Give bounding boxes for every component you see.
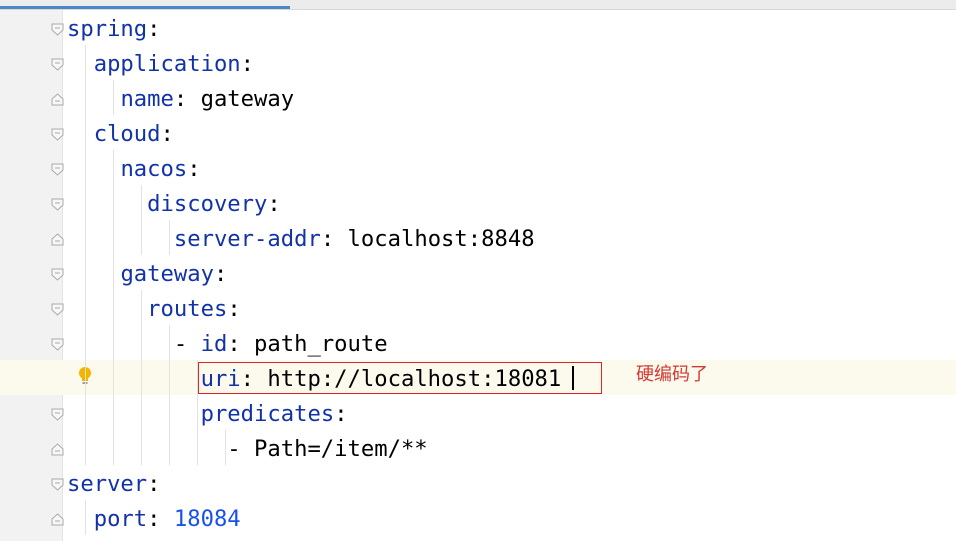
code-line: cloud: [93, 121, 174, 147]
code-editor[interactable]: spring: application: name: gateway cloud… [63, 10, 956, 541]
yaml-key: routes [147, 296, 228, 322]
code-line: predicates: [200, 401, 348, 427]
yaml-key: port [93, 506, 148, 532]
code-line: server-addr: localhost:8848 [173, 226, 535, 252]
text-caret [572, 366, 574, 390]
yaml-key: cloud [93, 121, 161, 147]
yaml-key: predicates [200, 401, 335, 427]
yaml-value: localhost:8848 [334, 226, 535, 252]
yaml-key: gateway [120, 261, 214, 287]
code-line: discovery: [147, 191, 281, 217]
yaml-value: 18084 [160, 506, 241, 532]
active-tab-indicator [0, 6, 290, 9]
code-line: application: [93, 51, 255, 77]
code-line: nacos: [120, 156, 201, 182]
yaml-key: discovery [147, 191, 268, 217]
yaml-key: id [200, 331, 228, 357]
yaml-value: gateway [187, 86, 295, 112]
yaml-key: server-addr [173, 226, 321, 252]
hardcoded-uri-box [198, 362, 602, 394]
code-line: port: 18084 [93, 506, 241, 532]
yaml-key: name [120, 86, 174, 112]
code-line: routes: [147, 296, 241, 322]
yaml-key: application [93, 51, 241, 77]
code-line: - Path=/item/** [67, 436, 428, 462]
annotation-note: 硬编码了 [636, 364, 708, 385]
yaml-value: Path=/item/** [254, 436, 428, 462]
yaml-key: spring [67, 16, 148, 42]
yaml-key: server [67, 471, 148, 497]
editor-tab-strip[interactable] [0, 0, 956, 10]
code-line: gateway: [120, 261, 228, 287]
yaml-value: path_route [240, 331, 388, 357]
yaml-key: nacos [120, 156, 188, 182]
code-line: - id: path_route [67, 331, 388, 357]
code-line: spring: [67, 16, 161, 42]
code-line: server: [67, 471, 161, 497]
code-line: name: gateway [120, 86, 295, 112]
